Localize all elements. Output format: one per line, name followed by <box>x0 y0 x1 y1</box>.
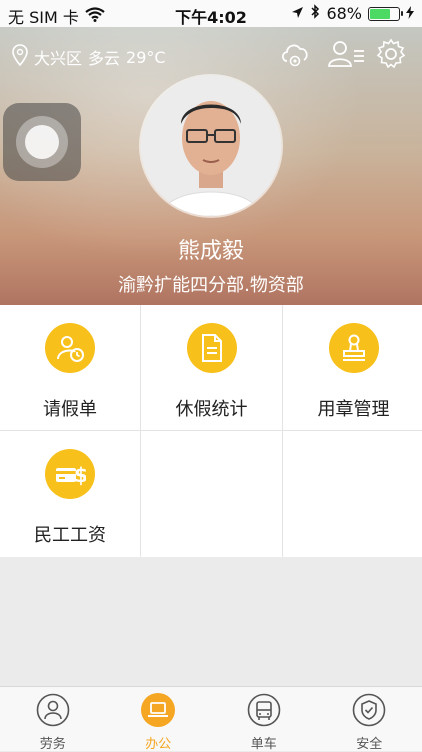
bus-icon <box>247 693 281 727</box>
weather-info: 大兴区 多云 29°C <box>12 44 166 70</box>
tab-labor[interactable]: 劳务 <box>0 687 106 751</box>
menu-item-label: 用章管理 <box>283 395 422 421</box>
tab-bike[interactable]: 单车 <box>211 687 317 751</box>
location-label: 大兴区 <box>34 45 82 69</box>
function-grid: 请假单 休假统计 用章管理 <box>0 305 422 556</box>
weather-label: 多云 <box>88 45 120 69</box>
avatar[interactable] <box>141 76 281 216</box>
laptop-icon <box>141 693 175 727</box>
menu-item-leave-stats[interactable]: 休假统计 <box>141 305 282 430</box>
bluetooth-icon <box>310 4 320 23</box>
temperature-label: 29°C <box>126 48 166 67</box>
status-bar: 无 SIM 卡 下午4:02 68% <box>0 0 422 27</box>
location-pin-icon <box>12 44 28 70</box>
person-icon <box>36 693 70 727</box>
battery-icon <box>368 7 400 21</box>
cloud-camera-icon[interactable] <box>278 37 312 71</box>
menu-item-label: 休假统计 <box>141 395 282 421</box>
shield-icon <box>352 693 386 727</box>
menu-item-label: 请假单 <box>0 395 140 421</box>
settings-gear-icon[interactable] <box>374 37 408 71</box>
menu-item-worker-wages[interactable]: $ 民工工资 <box>0 431 140 557</box>
battery-percent: 68% <box>326 4 362 23</box>
menu-item-seal-management[interactable]: 用章管理 <box>283 305 422 430</box>
menu-item-label: 民工工资 <box>0 521 140 547</box>
location-arrow-icon <box>291 4 304 23</box>
bottom-tab-bar: 劳务 办公 单车 <box>0 686 422 751</box>
tab-label: 安全 <box>317 733 422 752</box>
user-department: 渝黔扩能四分部.物资部 <box>0 271 422 297</box>
svg-text:$: $ <box>74 463 86 487</box>
tab-office[interactable]: 办公 <box>106 687 212 751</box>
tab-label: 单车 <box>211 733 317 752</box>
tab-safety[interactable]: 安全 <box>317 687 422 751</box>
stamp-icon <box>329 323 379 373</box>
assistive-touch-button[interactable] <box>3 103 81 181</box>
salary-card-icon: $ <box>45 449 95 499</box>
user-clock-icon <box>45 323 95 373</box>
tab-label: 办公 <box>106 733 212 752</box>
user-list-icon[interactable] <box>326 37 360 71</box>
document-icon <box>187 323 237 373</box>
charging-bolt-icon <box>406 4 414 23</box>
menu-item-leave-form[interactable]: 请假单 <box>0 305 140 430</box>
tab-label: 劳务 <box>0 733 106 752</box>
user-name: 熊成毅 <box>0 233 422 265</box>
empty-cell <box>283 431 422 557</box>
empty-cell <box>141 431 282 557</box>
